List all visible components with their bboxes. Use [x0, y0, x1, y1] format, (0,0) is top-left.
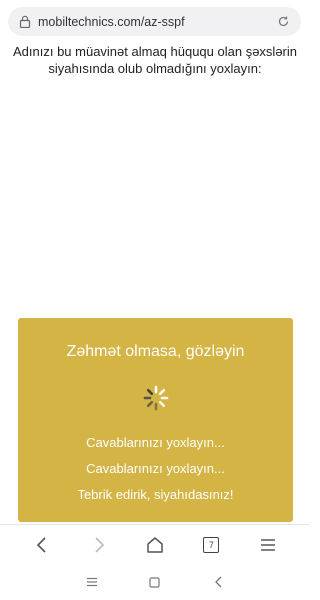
lock-icon [18, 15, 32, 29]
url-text[interactable]: mobiltechnics.com/az-sspf [38, 15, 275, 29]
address-bar[interactable]: mobiltechnics.com/az-sspf [8, 7, 301, 36]
square-home-icon[interactable] [145, 572, 165, 592]
forward-arrow-icon[interactable] [87, 533, 111, 557]
status-message: Cavablarınızı yoxlayın... [86, 461, 225, 476]
browser-toolbar: 7 [0, 524, 310, 564]
success-message: Tebrik edirik, siyahıdasınız! [77, 487, 234, 502]
modal-title: Zəhmət olmasa, gözləyin [66, 343, 245, 360]
intro-text: Adınızı bu müavinət almaq hüququ olan şə… [12, 44, 297, 76]
loading-spinner-icon [142, 384, 170, 412]
back-arrow-icon[interactable] [30, 533, 54, 557]
home-icon[interactable] [143, 533, 167, 557]
recent-apps-icon[interactable] [82, 572, 102, 592]
system-back-icon[interactable] [208, 572, 228, 592]
reload-icon[interactable] [275, 14, 291, 30]
status-message: Cavablarınızı yoxlayın... [86, 435, 225, 450]
loading-modal: Zəhmət olmasa, gözləyin Cavablarınızı yo… [18, 318, 293, 522]
menu-icon[interactable] [256, 533, 280, 557]
system-navigation-bar [0, 564, 310, 600]
tab-count: 7 [203, 536, 220, 553]
tabs-icon[interactable]: 7 [199, 533, 223, 557]
